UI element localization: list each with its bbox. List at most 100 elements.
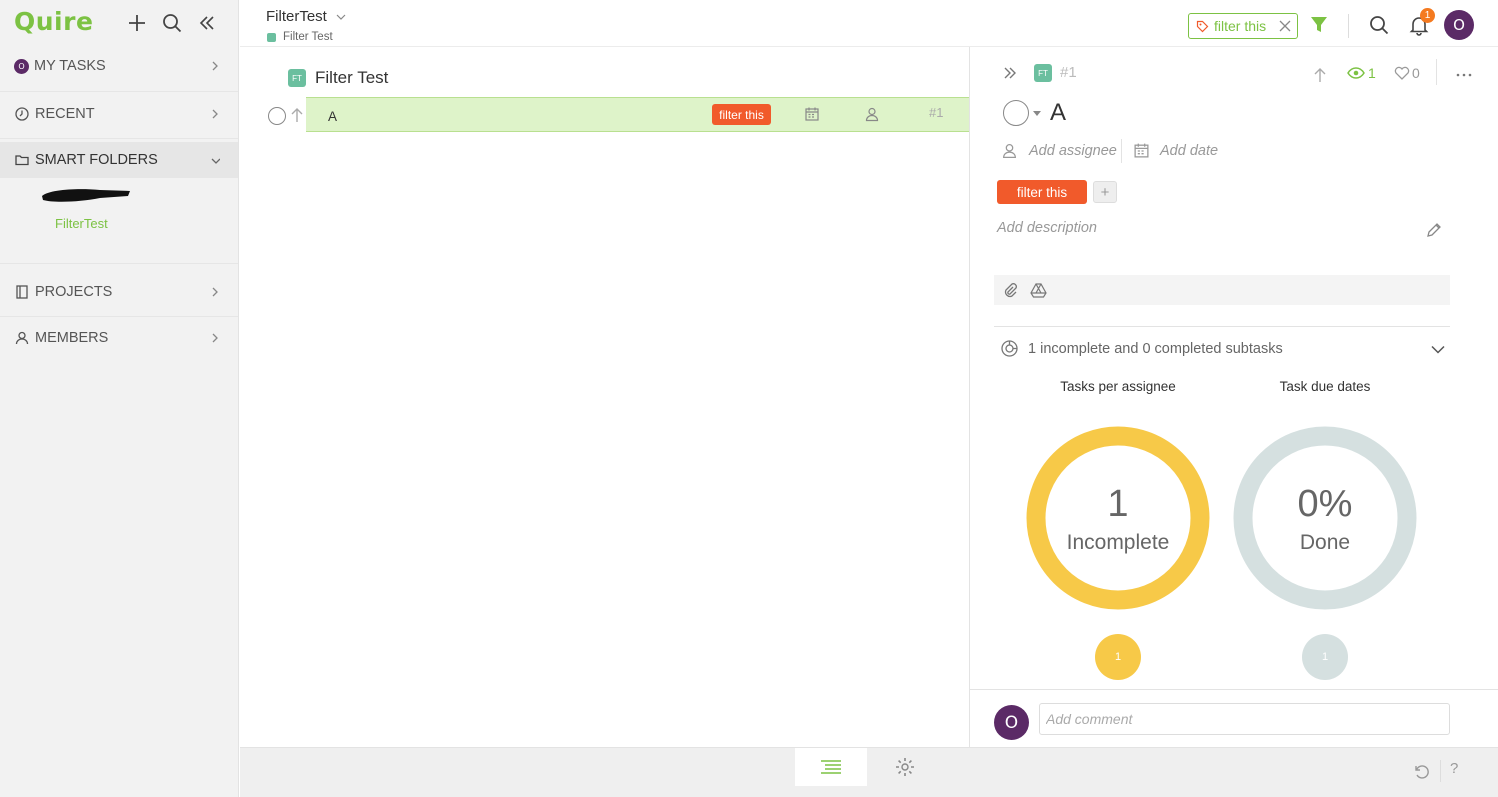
quire-logo[interactable]: Quire: [14, 7, 93, 36]
due-donut-number: 0%: [1297, 483, 1353, 525]
nav-members[interactable]: MEMBERS: [0, 320, 238, 356]
nav-recent-label: RECENT: [35, 106, 95, 122]
projects-icon: [16, 285, 28, 299]
chevron-down-icon[interactable]: [335, 13, 347, 21]
chevron-down-icon: [211, 158, 220, 164]
project-title-text: FilterTest: [266, 8, 327, 25]
arrow-up-icon[interactable]: [290, 106, 304, 124]
task-tag[interactable]: filter this: [712, 104, 771, 125]
watchers-count: 1: [1368, 65, 1376, 81]
detail-tag[interactable]: filter this: [997, 180, 1087, 204]
project-title[interactable]: FilterTest: [266, 8, 347, 25]
assignee-icon[interactable]: [864, 106, 880, 122]
nav-my-tasks[interactable]: O MY TASKS: [0, 48, 238, 84]
folder-icon: [15, 155, 29, 166]
nav-recent[interactable]: RECENT: [0, 96, 238, 132]
attachments-bar: [994, 275, 1450, 305]
assignee-donut-number: 1: [1107, 483, 1129, 525]
arrow-up-icon[interactable]: [1312, 66, 1328, 84]
subtasks-chart-icon: [1001, 340, 1018, 357]
add-assignee-label: Add assignee: [1029, 142, 1117, 159]
sidebar: Quire O MY TASKS RECENT SMART FOLDERS Fi…: [0, 0, 239, 797]
comment-input[interactable]: [1039, 703, 1450, 735]
project-color-dot: [267, 32, 276, 42]
eye-icon: [1347, 67, 1365, 79]
project-breadcrumb[interactable]: Filter Test: [267, 31, 333, 43]
close-icon[interactable]: [1279, 20, 1291, 32]
task-row[interactable]: A filter this #1: [306, 97, 969, 132]
undo-icon[interactable]: [1412, 762, 1430, 780]
active-filter-chip[interactable]: filter this: [1188, 13, 1298, 39]
members-icon: [15, 331, 29, 345]
project-badge: FT: [288, 69, 306, 87]
task-detail-panel: FT #1 1 0 A Add assignee Add date filter…: [969, 47, 1498, 747]
heart-icon: [1394, 66, 1410, 80]
bottom-bar: ?: [240, 747, 1498, 797]
search-icon[interactable]: [1368, 14, 1390, 36]
subtasks-summary-text: 1 incomplete and 0 completed subtasks: [1028, 340, 1283, 357]
caret-down-icon[interactable]: [1033, 111, 1041, 116]
detail-complete-checkbox[interactable]: [1003, 100, 1029, 126]
subtasks-summary[interactable]: 1 incomplete and 0 completed subtasks: [1000, 339, 1283, 358]
add-description[interactable]: Add description: [997, 220, 1097, 236]
calendar-icon: [1134, 143, 1149, 158]
task-list-header: FT Filter Test: [288, 68, 388, 88]
task-id: #1: [929, 105, 944, 120]
task-complete-checkbox[interactable]: [268, 107, 286, 125]
list-view-icon: [821, 760, 841, 774]
chevron-right-icon: [212, 61, 218, 71]
clock-icon: [15, 107, 29, 121]
smart-folder-filtertest[interactable]: FilterTest: [55, 216, 108, 231]
task-list-title[interactable]: Filter Test: [315, 68, 388, 88]
user-avatar[interactable]: O: [1444, 10, 1474, 40]
detail-task-title[interactable]: A: [1050, 99, 1066, 127]
search-icon[interactable]: [161, 12, 183, 34]
add-date[interactable]: Add date: [1133, 142, 1218, 159]
chevron-right-icon: [212, 287, 218, 297]
gear-icon[interactable]: [894, 756, 916, 778]
likes[interactable]: 0: [1394, 65, 1420, 81]
chevron-down-icon[interactable]: [1431, 345, 1445, 354]
collapse-sidebar-icon[interactable]: [196, 12, 218, 34]
filter-icon[interactable]: [1308, 14, 1330, 36]
likes-count: 0: [1412, 65, 1420, 81]
add-tag-button[interactable]: +: [1093, 181, 1117, 203]
nav-smart-folders[interactable]: SMART FOLDERS: [0, 142, 238, 178]
my-tasks-avatar: O: [14, 58, 29, 74]
chevron-right-icon: [212, 333, 218, 343]
due-donut-label: Done: [1299, 531, 1351, 554]
calendar-icon[interactable]: [804, 106, 820, 122]
chart-due-title: Task due dates: [1279, 379, 1371, 394]
task-name[interactable]: A: [328, 109, 337, 124]
redacted-mark: [42, 189, 130, 202]
pencil-icon[interactable]: [1425, 221, 1443, 239]
nav-my-tasks-label: MY TASKS: [34, 58, 106, 74]
chevron-right-icon: [212, 109, 218, 119]
assignee-donut-label: Incomplete: [1066, 531, 1170, 554]
assignee-mini-count[interactable]: 1: [1095, 634, 1141, 680]
watchers[interactable]: 1: [1347, 65, 1376, 81]
nav-smart-folders-label: SMART FOLDERS: [35, 152, 158, 168]
more-options-icon[interactable]: [1456, 73, 1472, 77]
expand-right-icon[interactable]: [1002, 66, 1018, 80]
nav-projects-label: PROJECTS: [35, 284, 113, 300]
add-date-label: Add date: [1160, 142, 1219, 159]
due-donut-chart: 0% Done: [1232, 425, 1418, 611]
assignee-icon: [1003, 144, 1016, 159]
nav-projects[interactable]: PROJECTS: [0, 274, 238, 310]
list-view-tab[interactable]: [795, 748, 867, 786]
chart-assignee-title: Tasks per assignee: [1060, 379, 1176, 394]
comment-avatar: O: [994, 705, 1029, 740]
assignee-donut-chart: 1 Incomplete: [1025, 425, 1211, 611]
notification-badge: 1: [1420, 8, 1435, 23]
help-button[interactable]: ?: [1450, 760, 1458, 777]
paperclip-icon[interactable]: [1002, 282, 1018, 298]
detail-project-badge: FT: [1034, 64, 1052, 82]
add-assignee[interactable]: Add assignee: [1001, 142, 1117, 159]
google-drive-icon[interactable]: [1030, 282, 1047, 298]
due-mini-count[interactable]: 1: [1302, 634, 1348, 680]
tag-icon: [1196, 20, 1209, 32]
filter-chip-label: filter this: [1214, 18, 1267, 34]
detail-task-id: #1: [1060, 64, 1077, 81]
add-icon[interactable]: [126, 12, 148, 34]
